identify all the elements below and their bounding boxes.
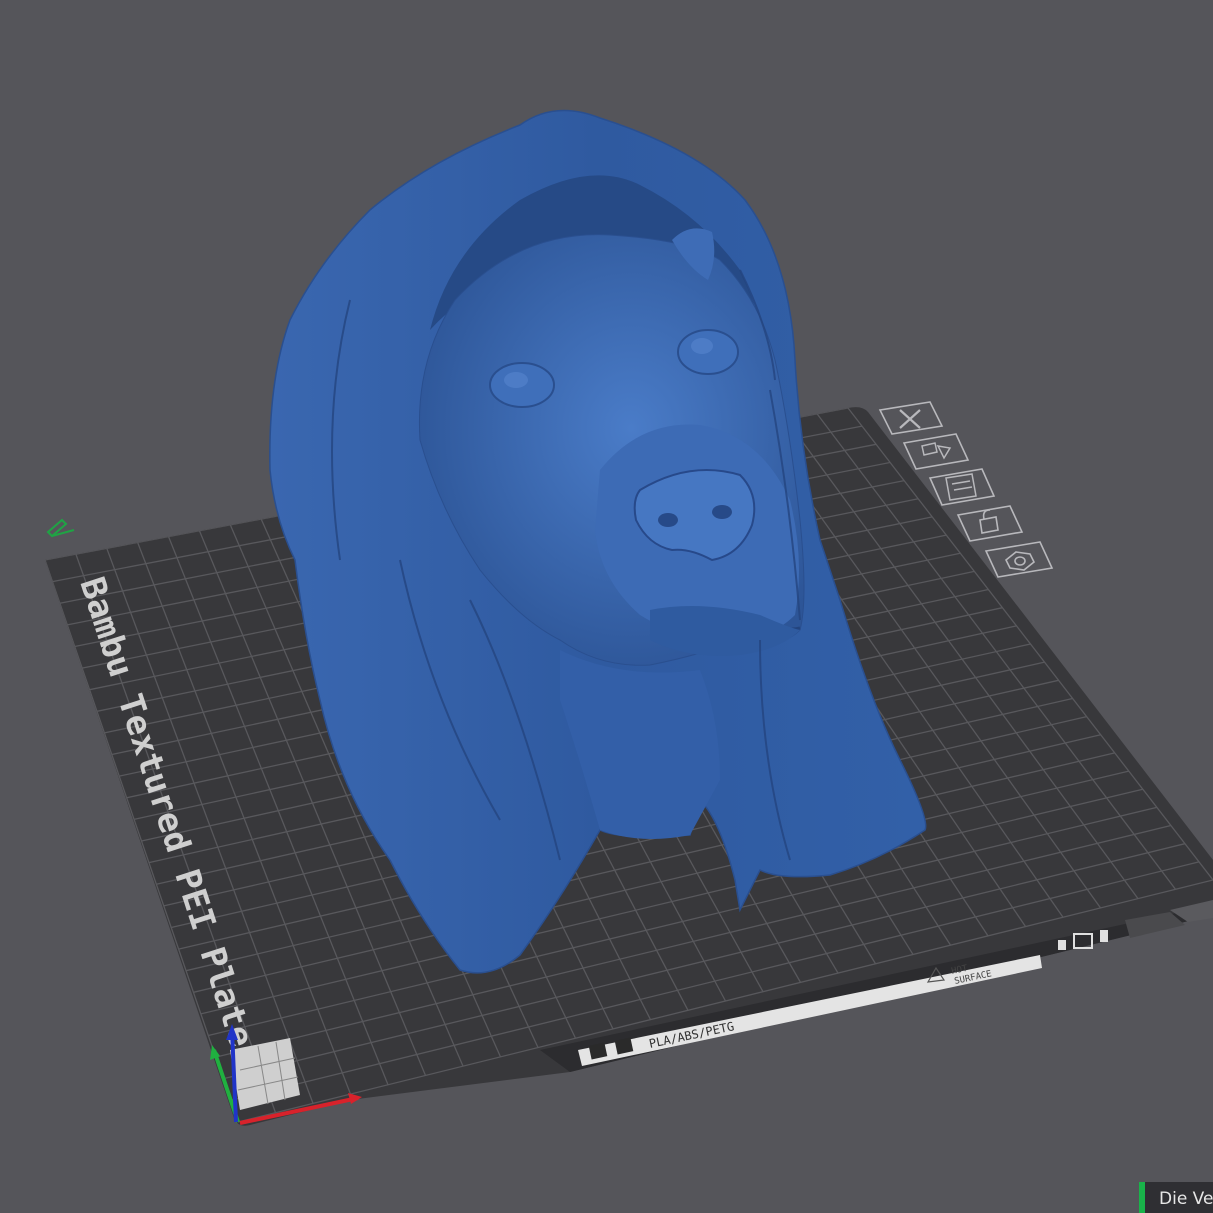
auto-arrange-button[interactable] [902, 433, 970, 470]
unlock-icon [979, 509, 999, 534]
close-icon [899, 409, 921, 429]
status-message: Die Ve [1159, 1189, 1213, 1209]
delete-plate-button[interactable] [878, 401, 944, 435]
edit-pen-icon[interactable] [46, 518, 75, 538]
arrange-icon [921, 442, 952, 460]
3d-viewport[interactable]: Bambu Textured PEI Plate PLA/ABS/PETG HO… [0, 0, 1213, 1213]
gear-icon [1004, 551, 1036, 571]
plate-settings-button[interactable] [928, 468, 996, 506]
plate-options-button[interactable] [984, 541, 1054, 578]
lock-plate-button[interactable] [956, 505, 1024, 542]
status-toast: Die Ve [1139, 1182, 1213, 1213]
layout-icon [945, 473, 977, 501]
